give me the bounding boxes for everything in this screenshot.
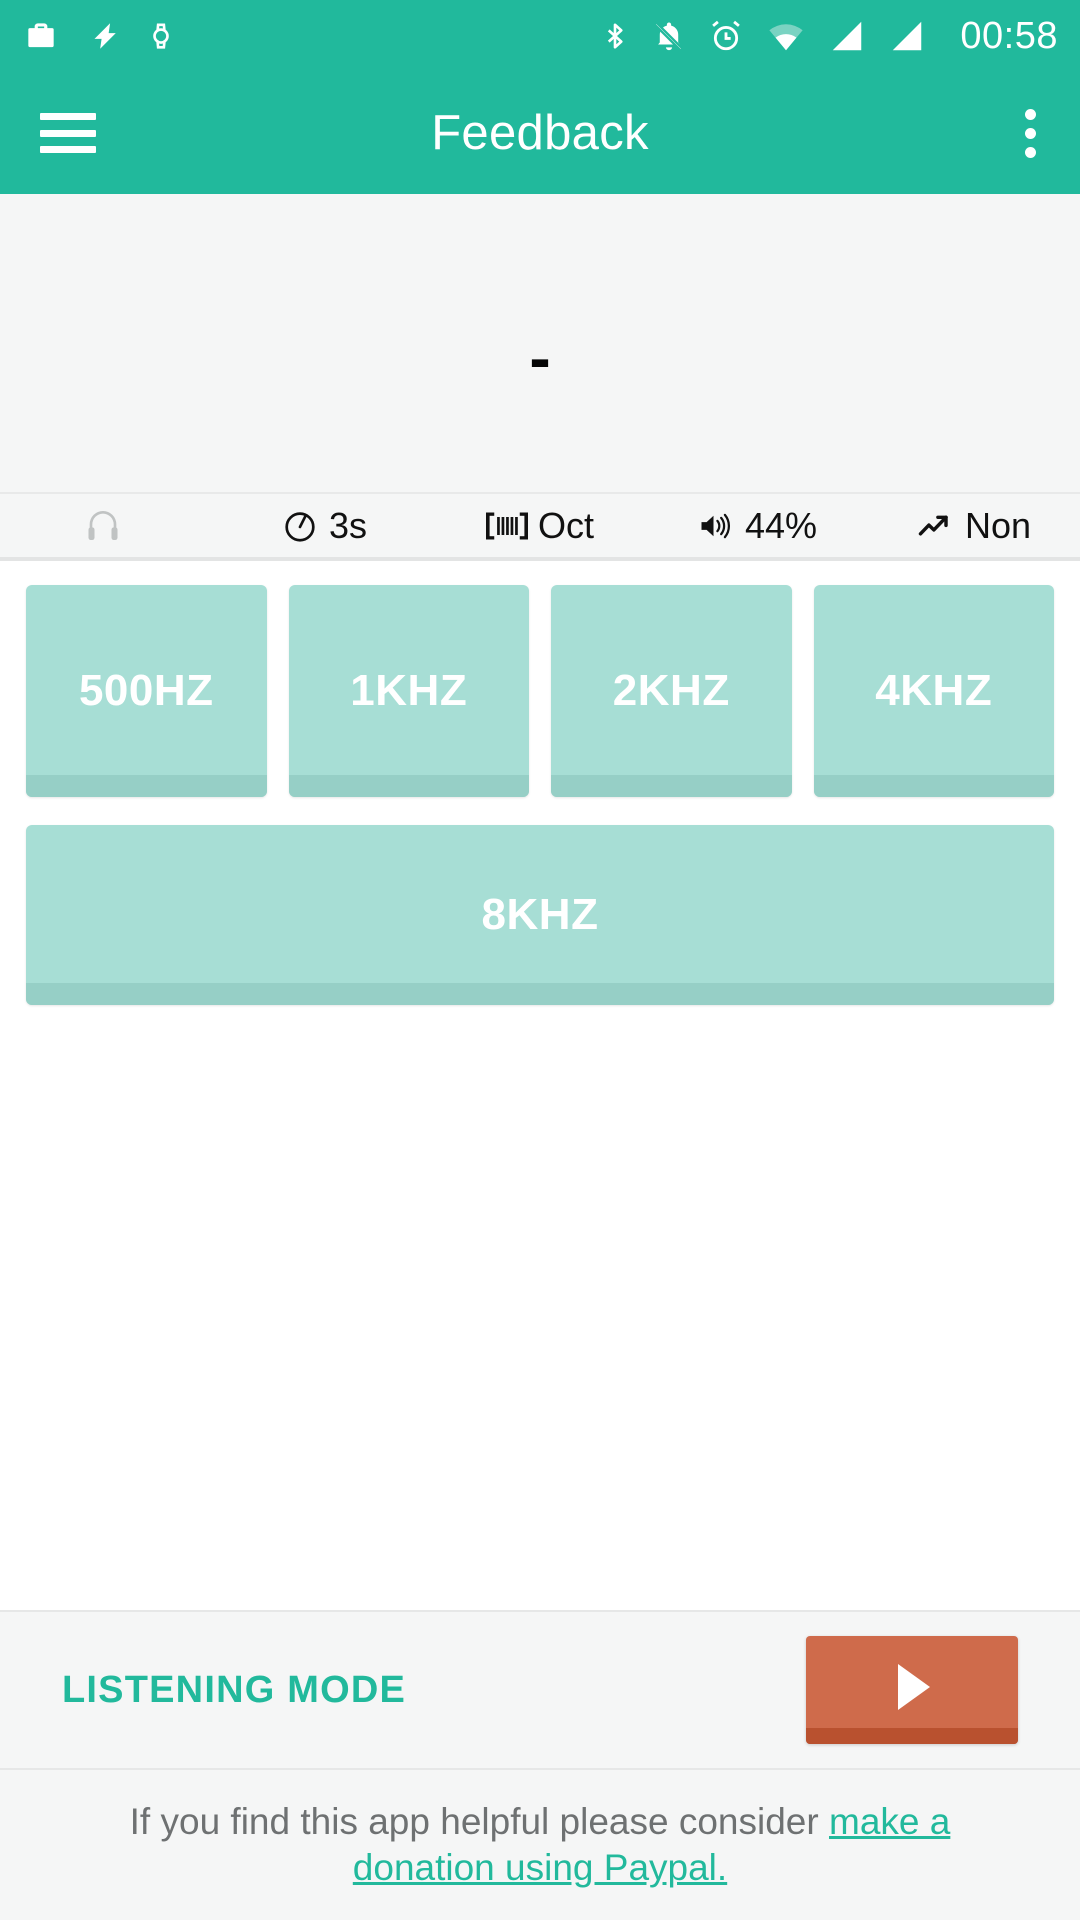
frequency-button-row-1: 500HZ 1KHZ 2KHZ 4KHZ [0, 585, 1080, 797]
info-label-volume: 44% [744, 504, 818, 546]
trending-up-icon [918, 515, 948, 536]
spectrum-bars-icon [485, 512, 528, 539]
frequency-button-area: 500HZ 1KHZ 2KHZ 4KHZ 8KHZ [0, 561, 1080, 1610]
frequency-button-4khz[interactable]: 4KHZ [813, 585, 1054, 797]
info-item-headphones[interactable] [0, 494, 216, 557]
page-title: Feedback [431, 106, 649, 160]
frequency-button-1khz[interactable]: 1KHZ [288, 585, 529, 797]
info-label-masking: Non [964, 504, 1032, 546]
listening-mode-button[interactable]: LISTENING MODE [62, 1669, 406, 1712]
volume-icon [701, 513, 730, 538]
status-bar-clock: 00:58 [960, 15, 1058, 57]
timer-icon [285, 511, 315, 542]
info-label-bandwidth: Oct [537, 504, 594, 546]
app-screen: 00:58 Feedback - 3s Oct 44% Non 500HZ 1K… [0, 0, 1080, 1920]
frequency-button-500hz[interactable]: 500HZ [26, 585, 267, 797]
play-button[interactable] [806, 1636, 1018, 1744]
cellular-signal-icon-1 [833, 21, 862, 51]
info-item-volume[interactable]: 44% [648, 494, 864, 557]
cellular-signal-icon-2 [893, 21, 922, 51]
frequency-button-label: 2KHZ [612, 666, 730, 715]
smartwatch-icon [153, 23, 169, 49]
wifi-icon [769, 24, 804, 51]
status-bar-right-icons: 00:58 [600, 16, 1058, 56]
status-bar-left-icons [22, 16, 176, 56]
frequency-button-label: 1KHZ [350, 666, 468, 715]
bell-muted-icon [653, 20, 685, 53]
donation-text-static: If you find this app helpful please cons… [129, 1800, 829, 1842]
info-label-timer: 3s [328, 504, 368, 546]
info-item-timer[interactable]: 3s [216, 494, 432, 557]
settings-info-row: 3s Oct 44% Non [0, 492, 1080, 557]
status-bar: 00:58 [0, 0, 1080, 72]
info-item-bandwidth[interactable]: Oct [432, 494, 648, 557]
work-profile-briefcase-icon [28, 23, 54, 48]
frequency-button-2khz[interactable]: 2KHZ [551, 585, 792, 797]
bluetooth-icon [608, 23, 623, 49]
hamburger-menu-icon[interactable] [40, 113, 96, 153]
donation-footer: If you find this app helpful please cons… [0, 1770, 1080, 1920]
overflow-menu-icon[interactable] [1025, 108, 1036, 158]
measurement-display: - [0, 194, 1080, 492]
app-bar: Feedback [0, 72, 1080, 194]
play-icon [898, 1664, 930, 1710]
info-item-masking[interactable]: Non [864, 494, 1080, 557]
frequency-button-label: 500HZ [78, 666, 214, 715]
donation-text: If you find this app helpful please cons… [70, 1799, 1010, 1892]
frequency-button-row-2: 8KHZ [0, 825, 1080, 1005]
action-bar: LISTENING MODE [0, 1610, 1080, 1770]
headphones-icon [88, 510, 118, 540]
alarm-clock-icon [712, 20, 741, 51]
frequency-button-8khz[interactable]: 8KHZ [26, 825, 1054, 1005]
frequency-button-label: 8KHZ [481, 890, 599, 939]
display-value: - [529, 322, 551, 394]
frequency-button-label: 4KHZ [875, 666, 993, 715]
flash-bolt-icon [94, 23, 116, 49]
